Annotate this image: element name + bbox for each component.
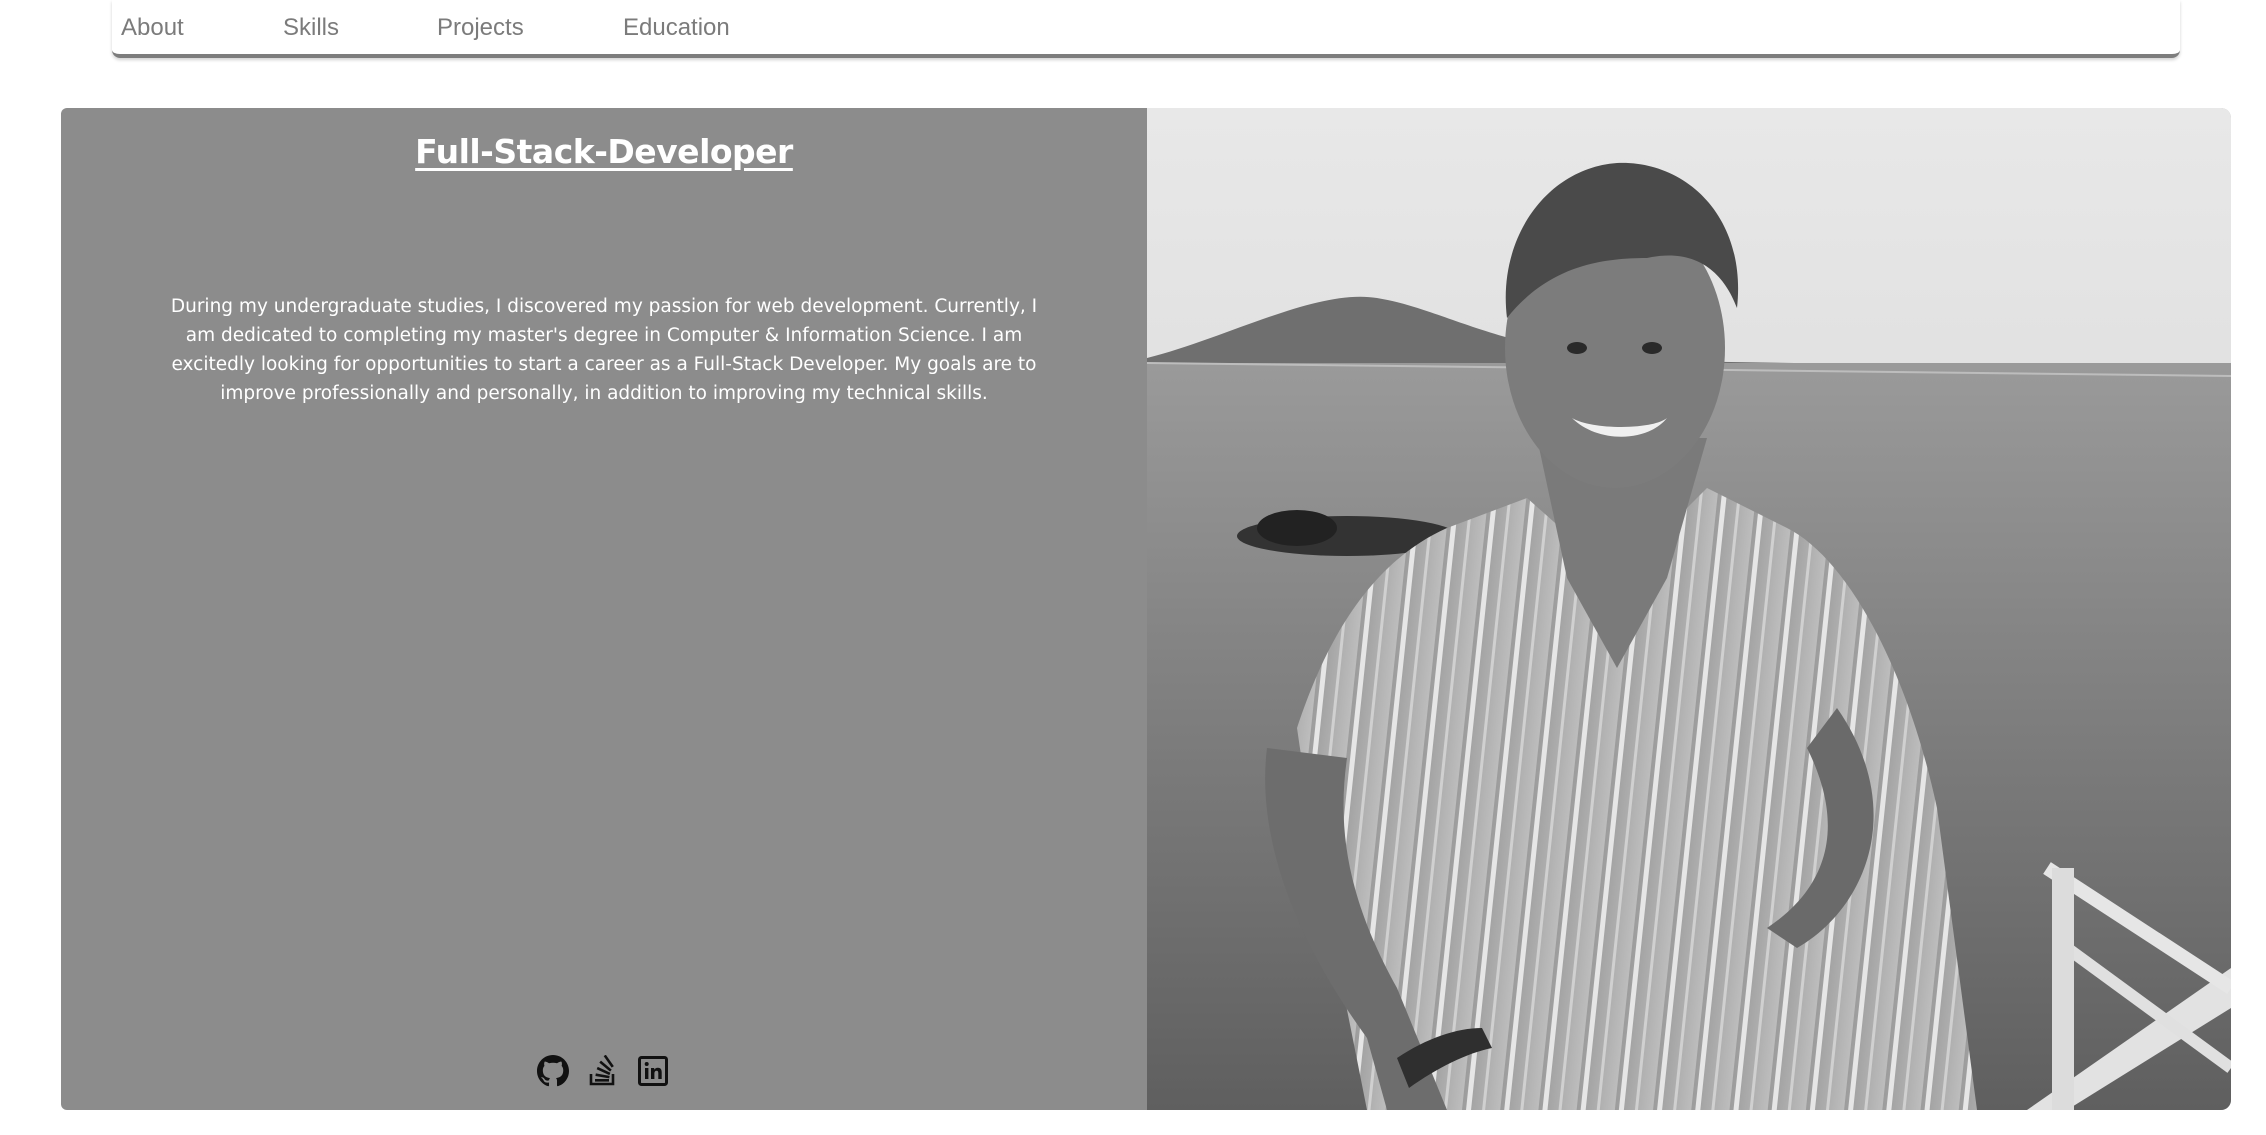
stackoverflow-icon	[589, 1055, 615, 1086]
stackoverflow-link[interactable]	[586, 1054, 620, 1088]
linkedin-link[interactable]	[636, 1054, 670, 1088]
nav-about-link[interactable]: About	[121, 14, 184, 42]
bio-paragraph: During my undergraduate studies, I disco…	[170, 296, 1038, 404]
nav-skills-link[interactable]: Skills	[283, 14, 339, 42]
nav-education-link[interactable]: Education	[623, 14, 730, 42]
social-links	[536, 1054, 670, 1088]
profile-photo	[1147, 108, 2231, 1110]
github-icon	[537, 1055, 569, 1087]
hero-section: Full-Stack-Developer During my undergrad…	[61, 108, 2231, 1110]
page-title: Full-Stack-Developer	[415, 132, 793, 171]
nav-projects-link[interactable]: Projects	[437, 14, 524, 42]
top-navigation: About Skills Projects Education	[112, 0, 2180, 58]
github-link[interactable]	[536, 1054, 570, 1088]
intro-panel: Full-Stack-Developer During my undergrad…	[61, 108, 1147, 1110]
linkedin-icon	[638, 1056, 668, 1086]
